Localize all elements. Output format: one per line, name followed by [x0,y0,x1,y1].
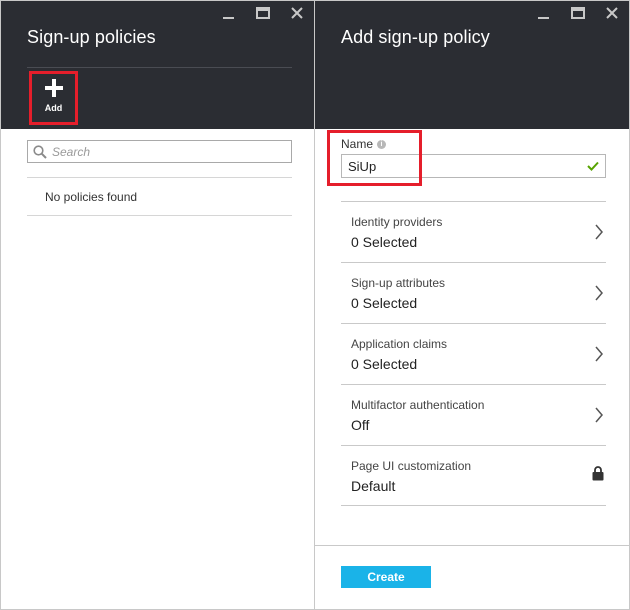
footer-divider [315,545,630,546]
create-button[interactable]: Create [341,566,431,588]
chevron-right-icon [595,224,603,240]
maximize-icon [571,7,585,19]
minimize-button[interactable] [535,5,553,21]
empty-list-message: No policies found [27,178,292,216]
minimize-icon [223,17,234,19]
close-icon [291,7,303,19]
blade-header: Sign-up policies Add [1,1,314,129]
setting-application-claims[interactable]: Application claims 0 Selected [341,323,606,384]
name-field-label: Name i [341,137,387,151]
header-divider [27,67,292,68]
name-label-text: Name [341,137,374,151]
setting-value: 0 Selected [351,356,418,372]
blade-title: Add sign-up policy [341,27,490,47]
chevron-right-icon [595,407,603,423]
plus-icon [44,79,63,97]
maximize-icon [256,7,270,19]
blade-title: Sign-up policies [27,27,156,47]
close-icon [606,7,618,19]
window-controls [535,5,621,21]
setting-page-ui-customization[interactable]: Page UI customization Default [341,445,606,506]
search-input[interactable] [52,142,272,161]
setting-label: Sign-up attributes [351,276,446,290]
blade-header: Add sign-up policy [315,1,629,129]
sign-up-policies-blade: Sign-up policies Add No policies found [0,0,315,610]
setting-label: Page UI customization [351,459,472,473]
close-button[interactable] [288,5,306,21]
setting-label: Identity providers [351,215,443,229]
chevron-right-icon [595,346,603,362]
add-button[interactable]: Add [29,71,78,125]
chevron-right-icon [595,285,603,301]
maximize-button[interactable] [569,5,587,21]
setting-value: Off [351,417,370,433]
setting-sign-up-attributes[interactable]: Sign-up attributes 0 Selected [341,262,606,323]
maximize-button[interactable] [254,5,272,21]
info-icon[interactable]: i [377,139,387,149]
lock-icon [592,466,604,481]
minimize-icon [538,17,549,19]
setting-value: 0 Selected [351,234,418,250]
setting-value: Default [351,478,396,494]
minimize-button[interactable] [220,5,238,21]
name-field [341,154,606,178]
setting-value: 0 Selected [351,295,418,311]
close-button[interactable] [603,5,621,21]
checkmark-icon [587,161,599,171]
name-input[interactable] [348,158,587,174]
search-icon [33,144,47,159]
add-button-label: Add [44,103,63,113]
setting-identity-providers[interactable]: Identity providers 0 Selected [341,201,606,262]
setting-label: Application claims [351,337,448,351]
setting-multifactor-authentication[interactable]: Multifactor authentication Off [341,384,606,445]
window-controls [220,5,306,21]
setting-label: Multifactor authentication [351,398,485,412]
settings-bottom-divider [341,505,606,506]
search-box [27,140,292,163]
